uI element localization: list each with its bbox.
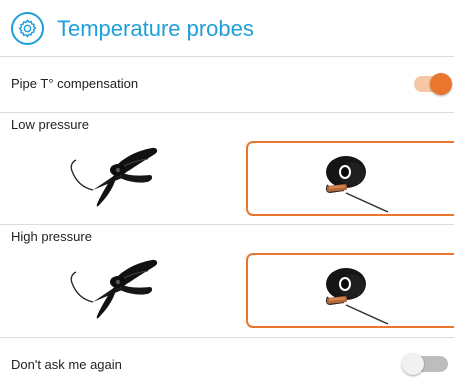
wrap-probe-icon [325, 156, 389, 213]
temperature-probes-screen: Temperature probes Pipe T° compensation … [0, 0, 454, 385]
pipe-compensation-toggle[interactable] [412, 73, 452, 95]
low-pressure-clamp-option[interactable] [60, 140, 180, 214]
dont-ask-again-toggle[interactable] [400, 353, 448, 375]
page-title: Temperature probes [57, 16, 254, 41]
high-pressure-wrap-option[interactable] [246, 253, 454, 328]
toggle-knob [430, 73, 452, 95]
toggle-knob [402, 353, 424, 375]
clamp-probe-icon [70, 147, 158, 207]
low-pressure-wrap-option[interactable] [246, 141, 454, 216]
wrap-probe-icon [325, 268, 389, 325]
divider [0, 337, 454, 338]
high-pressure-clamp-option[interactable] [60, 252, 180, 326]
divider [0, 56, 454, 57]
low-pressure-label: Low pressure [11, 117, 90, 132]
pipe-compensation-label: Pipe T° compensation [11, 76, 139, 91]
divider [0, 112, 454, 113]
gear-icon [11, 12, 44, 45]
header: Temperature probes [0, 0, 454, 56]
clamp-probe-icon [70, 259, 158, 319]
dont-ask-again-label: Don't ask me again [11, 357, 122, 372]
high-pressure-label: High pressure [11, 229, 92, 244]
divider [0, 224, 454, 225]
